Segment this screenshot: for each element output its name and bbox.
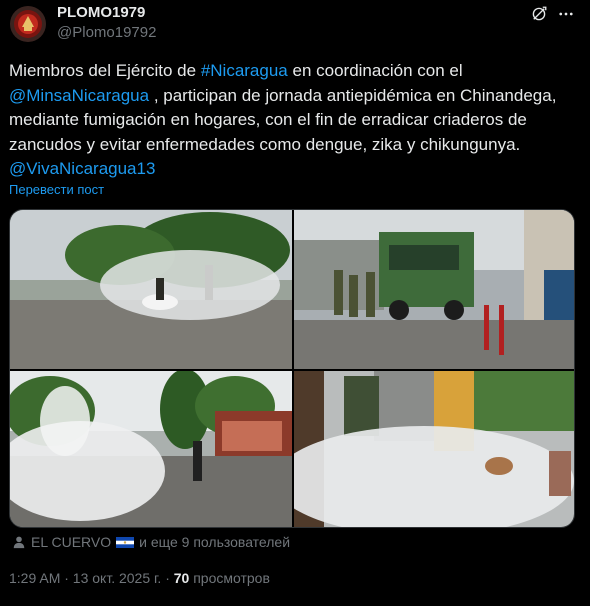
mention-link[interactable]: @VivaNicaragua13 <box>9 159 155 178</box>
person-icon <box>13 536 25 549</box>
tweet-text-part: Miembros del Ejército de <box>9 61 201 80</box>
views-count: 70 <box>173 570 190 586</box>
tagged-users[interactable]: EL CUERVO и еще 9 пользователей <box>12 534 290 550</box>
translate-link[interactable]: Перевести пост <box>9 182 104 197</box>
photo-street-fumigation[interactable] <box>10 371 292 527</box>
red-emblem-icon <box>10 6 46 42</box>
author-handle[interactable]: @Plomo19792 <box>57 24 156 41</box>
tagged-user-name[interactable]: EL CUERVO <box>31 534 111 550</box>
tweet-text: Miembros del Ejército de #Nicaragua en c… <box>9 59 583 182</box>
photo-fumigation-yard[interactable] <box>10 210 292 369</box>
avatar[interactable] <box>10 6 46 42</box>
media-grid <box>9 209 575 528</box>
hashtag-link[interactable]: #Nicaragua <box>201 61 288 80</box>
timestamp[interactable]: 1:29 AM · 13 окт. 2025 г. · <box>9 570 174 586</box>
views-label: просмотров <box>189 570 270 586</box>
more-icon[interactable] <box>557 5 575 23</box>
mention-link[interactable]: @MinsaNicaragua <box>9 86 149 105</box>
photo-soldiers-truck[interactable] <box>294 210 574 369</box>
photo-house-fumigation[interactable] <box>294 371 574 527</box>
grok-icon[interactable] <box>530 5 548 23</box>
el-salvador-flag-icon <box>116 536 135 548</box>
tagged-others[interactable]: и еще 9 пользователей <box>139 534 290 550</box>
tweet-text-part: en coordinación con el <box>287 61 463 80</box>
tweet-meta: 1:29 AM · 13 окт. 2025 г. · 70 просмотро… <box>9 570 270 586</box>
author-name[interactable]: PLOMO1979 <box>57 4 145 21</box>
